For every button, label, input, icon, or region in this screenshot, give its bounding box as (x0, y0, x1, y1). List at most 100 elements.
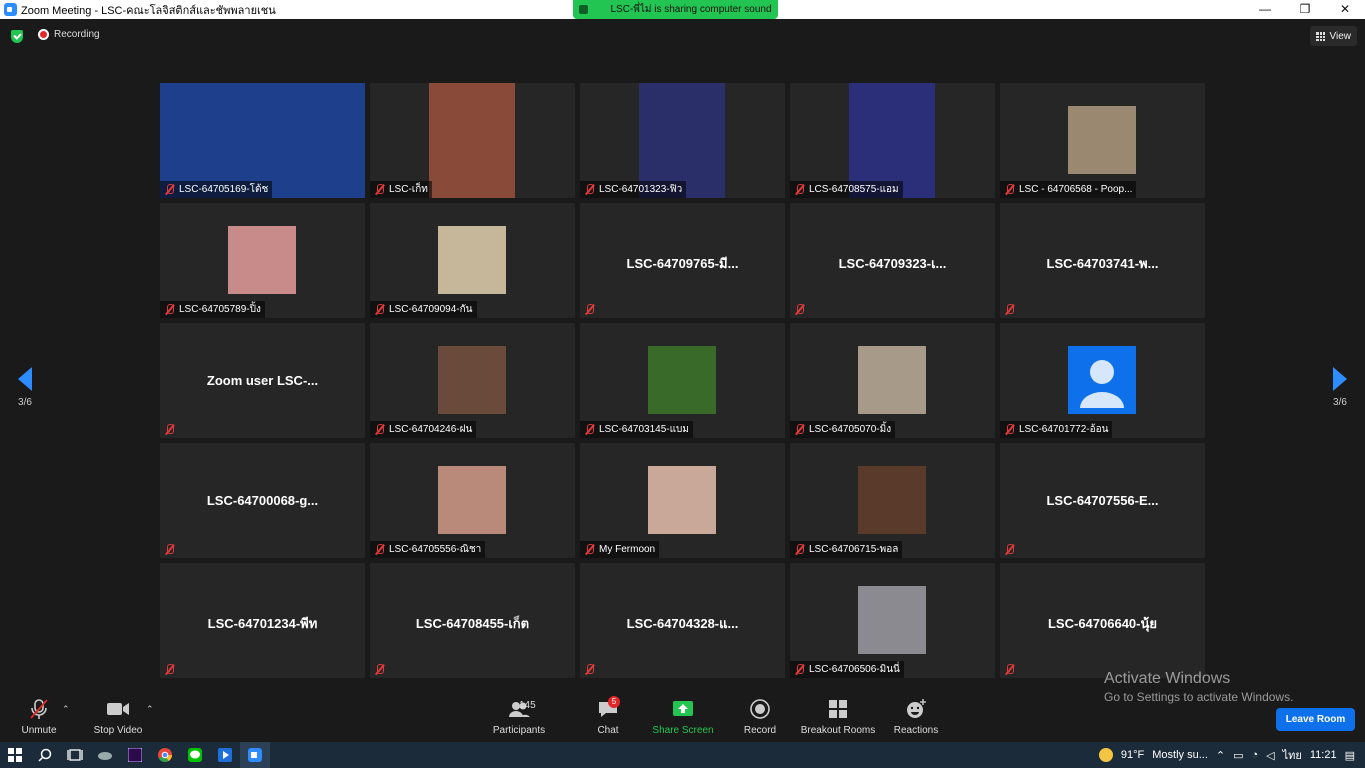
participant-tile[interactable]: LSC-64705556-ณิชา (370, 443, 575, 558)
participant-display-name: LSC-64709323-เ... (838, 256, 947, 271)
recording-indicator[interactable]: Recording (38, 29, 100, 40)
participants-button[interactable]: 145 Participants (490, 698, 548, 736)
participant-name-label: LCS-64708575-แอม (790, 181, 903, 198)
participant-tile[interactable]: LSC - 64706568 - Poop... (1000, 83, 1205, 198)
participant-display-name: LSC-64706640-นุ้ย (1047, 616, 1157, 631)
participant-tile[interactable]: LSC-64705169-โต้ช (160, 83, 365, 198)
movies-app-icon[interactable] (210, 742, 240, 768)
previous-page-button[interactable]: 3/6 (5, 367, 45, 408)
stop-video-button[interactable]: Stop Video (92, 698, 144, 736)
record-icon (740, 698, 780, 720)
weather-description[interactable]: Mostly su... (1152, 749, 1208, 761)
participant-tile[interactable]: Zoom user LSC-... (160, 323, 365, 438)
participant-name: LCS-64708575-แอม (809, 184, 899, 195)
minimize-button[interactable]: — (1245, 0, 1285, 19)
windows-start-icon[interactable] (0, 742, 30, 768)
share-screen-label: Share Screen (652, 725, 714, 736)
participant-tile[interactable]: LSC-64703145-แบม (580, 323, 785, 438)
volume-icon[interactable]: ◁ (1266, 749, 1274, 762)
maximize-button[interactable]: ❐ (1285, 0, 1325, 19)
muted-microphone-icon (164, 544, 175, 555)
participant-display-name: LSC-64701234-พีท (207, 616, 318, 631)
participant-name-label (790, 301, 813, 318)
participant-tile[interactable]: LCS-64708575-แอม (790, 83, 995, 198)
zoom-app-icon (4, 3, 17, 16)
participant-tile[interactable]: LSC-64706640-นุ้ย (1000, 563, 1205, 678)
reactions-button[interactable]: Reactions (892, 698, 940, 736)
share-screen-button[interactable]: Share Screen (652, 698, 714, 736)
participant-tile[interactable]: LSC-64704328-แ... (580, 563, 785, 678)
participant-name-label: LSC - 64706568 - Poop... (1000, 181, 1137, 198)
network-icon[interactable]: ◔ (1252, 749, 1259, 761)
participant-name-label: LSC-64705556-ณิชา (370, 541, 486, 558)
task-view-icon[interactable] (60, 742, 90, 768)
participant-name-label: LSC-64705070-มิ้ง (790, 421, 896, 438)
participant-tile[interactable]: My Fermoon (580, 443, 785, 558)
participant-name-label (1000, 301, 1023, 318)
breakout-rooms-icon (800, 698, 876, 720)
participant-name: LSC-64705169-โต้ช (179, 184, 269, 195)
muted-microphone-icon (18, 698, 60, 720)
weather-app-icon[interactable] (90, 742, 120, 768)
participant-tile[interactable]: LSC-64701772-อ้อน (1000, 323, 1205, 438)
tray-chevron-up-icon[interactable]: ⌃ (1216, 749, 1225, 762)
next-page-button[interactable]: 3/6 (1320, 367, 1360, 408)
zoom-taskbar-icon[interactable] (240, 742, 270, 768)
participant-tile[interactable]: LSC-64709323-เ... (790, 203, 995, 318)
view-button[interactable]: View (1309, 26, 1357, 46)
participant-tile[interactable]: LSC-64703741-พ... (1000, 203, 1205, 318)
chrome-icon[interactable] (150, 742, 180, 768)
participant-name: LSC-64709094-กัน (389, 304, 473, 315)
participant-display-name: LSC-64704328-แ... (626, 616, 739, 631)
video-options-chevron-icon[interactable]: ⌃ (146, 704, 154, 715)
leave-room-button[interactable]: Leave Room (1276, 708, 1355, 731)
participant-tile[interactable]: LSC-64708455-เก็ต (370, 563, 575, 678)
participant-tile[interactable]: LSC-64705789-ปิ้ง (160, 203, 365, 318)
notifications-icon[interactable]: ▤ (1345, 749, 1355, 762)
clock-time[interactable]: 11:21 (1310, 749, 1337, 761)
muted-microphone-icon (164, 664, 175, 675)
close-button[interactable]: ✕ (1325, 0, 1365, 19)
participant-name-label: LSC-64704246-ฝน (370, 421, 477, 438)
participant-name: LSC-64706715-พอล (809, 544, 899, 555)
weather-temp[interactable]: 91°F (1121, 749, 1144, 761)
participant-tile[interactable]: LSC-64709765-มี... (580, 203, 785, 318)
unmute-label: Unmute (21, 725, 57, 736)
activate-windows-watermark: Activate Windows Go to Settings to activ… (1104, 670, 1293, 704)
window-title: Zoom Meeting - LSC-คณะโลจิสติกส์และชัพพล… (21, 4, 276, 17)
audio-options-chevron-icon[interactable]: ⌃ (62, 704, 70, 715)
line-app-icon[interactable] (180, 742, 210, 768)
weather-sun-icon[interactable] (1098, 748, 1113, 762)
default-avatar-icon (1068, 346, 1136, 414)
muted-microphone-icon (164, 304, 175, 315)
participant-tile[interactable]: LSC-64700068-g... (160, 443, 365, 558)
breakout-rooms-button[interactable]: Breakout Rooms (800, 698, 876, 736)
participant-tile[interactable]: LSC-64707556-E... (1000, 443, 1205, 558)
unmute-button[interactable]: Unmute (18, 698, 60, 736)
participant-tile[interactable]: LSC-64706506-มินนี่ (790, 563, 995, 678)
participant-display-name: LSC-64703741-พ... (1046, 256, 1159, 271)
participant-tile[interactable]: LSC-64704246-ฝน (370, 323, 575, 438)
shield-icon[interactable] (11, 30, 23, 43)
battery-icon[interactable]: ▭ (1233, 749, 1243, 762)
participant-name-label: My Fermoon (580, 541, 660, 558)
input-language[interactable]: ไทย (1283, 746, 1302, 764)
participant-tile[interactable]: LSC-เก็ท (370, 83, 575, 198)
participant-tile[interactable]: LSC-64705070-มิ้ง (790, 323, 995, 438)
participant-tile[interactable]: LSC-64706715-พอล (790, 443, 995, 558)
premiere-pro-icon[interactable] (120, 742, 150, 768)
record-button[interactable]: Record (740, 698, 780, 736)
muted-microphone-icon (374, 544, 385, 555)
participant-tile[interactable]: LSC-64709094-กัน (370, 203, 575, 318)
participant-avatar (438, 226, 506, 294)
participant-tile[interactable]: LSC-64701234-พีท (160, 563, 365, 678)
participant-avatar (858, 346, 926, 414)
participant-avatar (438, 466, 506, 534)
participant-name-label (160, 661, 183, 678)
muted-microphone-icon (1004, 664, 1015, 675)
sharing-sound-banner[interactable]: LSC-พี่ไม่ is sharing computer sound (573, 0, 778, 19)
search-icon[interactable] (30, 742, 60, 768)
chat-button[interactable]: 5 Chat (591, 696, 625, 736)
page-indicator-right: 3/6 (1333, 397, 1347, 408)
participant-tile[interactable]: LSC-64701323-ฟิว (580, 83, 785, 198)
